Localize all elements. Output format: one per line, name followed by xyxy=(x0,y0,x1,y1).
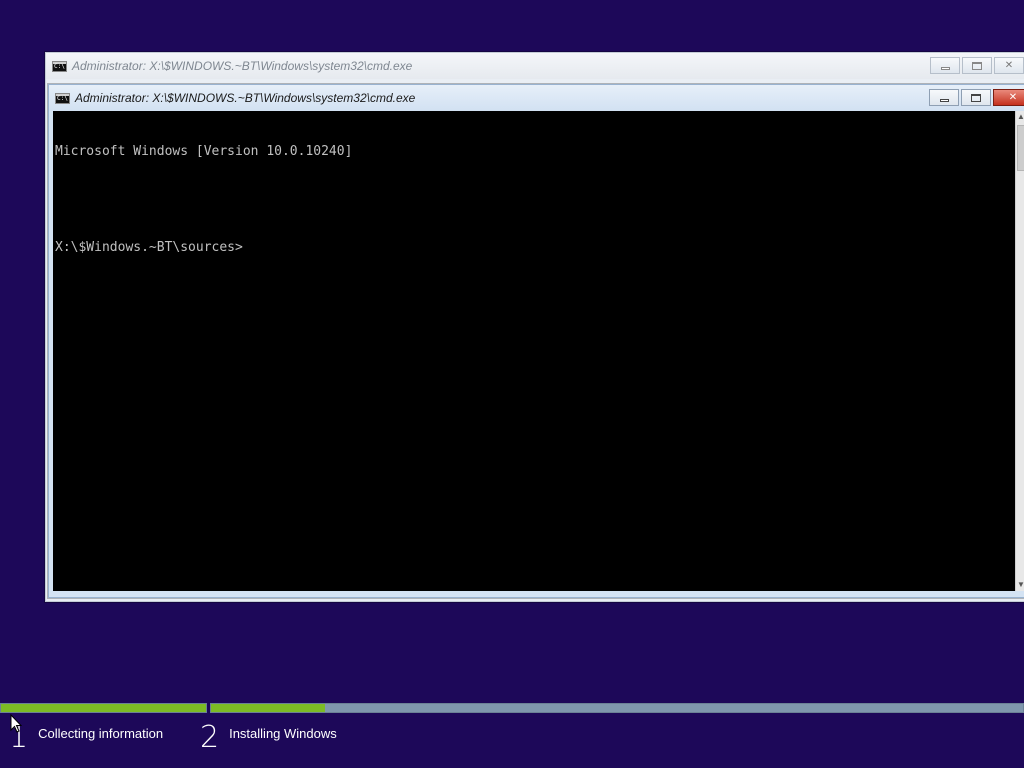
step-number: 2 xyxy=(200,720,220,755)
step-label: Installing Windows xyxy=(229,726,337,741)
progress-segment-collecting xyxy=(0,703,207,713)
maximize-button[interactable] xyxy=(962,57,992,74)
scrollbar-thumb[interactable] xyxy=(1017,125,1024,171)
setup-step-collecting: 1 Collecting information xyxy=(9,718,163,758)
command-prompt[interactable]: X:\$Windows.~BT\sources> xyxy=(55,240,1013,256)
minimize-icon xyxy=(939,98,949,102)
progress-fill xyxy=(1,704,206,712)
close-button[interactable]: ✕ xyxy=(994,57,1024,74)
step-label: Collecting information xyxy=(38,726,164,741)
progress-segment-installing xyxy=(210,703,1024,713)
window-title: Administrator: X:\$WINDOWS.~BT\Windows\s… xyxy=(75,91,416,105)
cmd-window[interactable]: C:\ Administrator: X:\$WINDOWS.~BT\Windo… xyxy=(48,84,1024,598)
window-titlebar[interactable]: C:\ Administrator: X:\$WINDOWS.~BT\Windo… xyxy=(49,85,1024,111)
vertical-scrollbar[interactable]: ▲ ▼ xyxy=(1015,111,1024,591)
maximize-icon xyxy=(971,93,981,102)
mouse-pointer-icon xyxy=(10,714,22,733)
close-button[interactable]: ✕ xyxy=(993,89,1024,106)
close-icon: ✕ xyxy=(1008,92,1018,103)
window-controls: ✕ xyxy=(930,57,1024,74)
window-title: Administrator: X:\$WINDOWS.~BT\Windows\s… xyxy=(72,59,413,73)
scroll-down-icon[interactable]: ▼ xyxy=(1016,579,1024,591)
progress-fill xyxy=(211,704,325,712)
cmd-icon: C:\ xyxy=(55,92,70,104)
window-controls: ✕ xyxy=(929,89,1024,106)
console-output[interactable]: Microsoft Windows [Version 10.0.10240] X… xyxy=(53,111,1015,591)
minimize-button[interactable] xyxy=(929,89,959,106)
maximize-button[interactable] xyxy=(961,89,991,106)
minimize-icon xyxy=(940,66,950,70)
setup-progress xyxy=(0,703,1024,713)
scroll-up-icon[interactable]: ▲ xyxy=(1016,111,1024,123)
setup-step-installing: 2 Installing Windows xyxy=(200,718,337,758)
cmd-icon: C:\ xyxy=(52,60,67,72)
maximize-icon xyxy=(972,61,982,70)
window-titlebar[interactable]: C:\ Administrator: X:\$WINDOWS.~BT\Windo… xyxy=(46,53,1024,79)
console-line: Microsoft Windows [Version 10.0.10240] xyxy=(55,144,353,159)
close-icon: ✕ xyxy=(1004,60,1014,71)
minimize-button[interactable] xyxy=(930,57,960,74)
